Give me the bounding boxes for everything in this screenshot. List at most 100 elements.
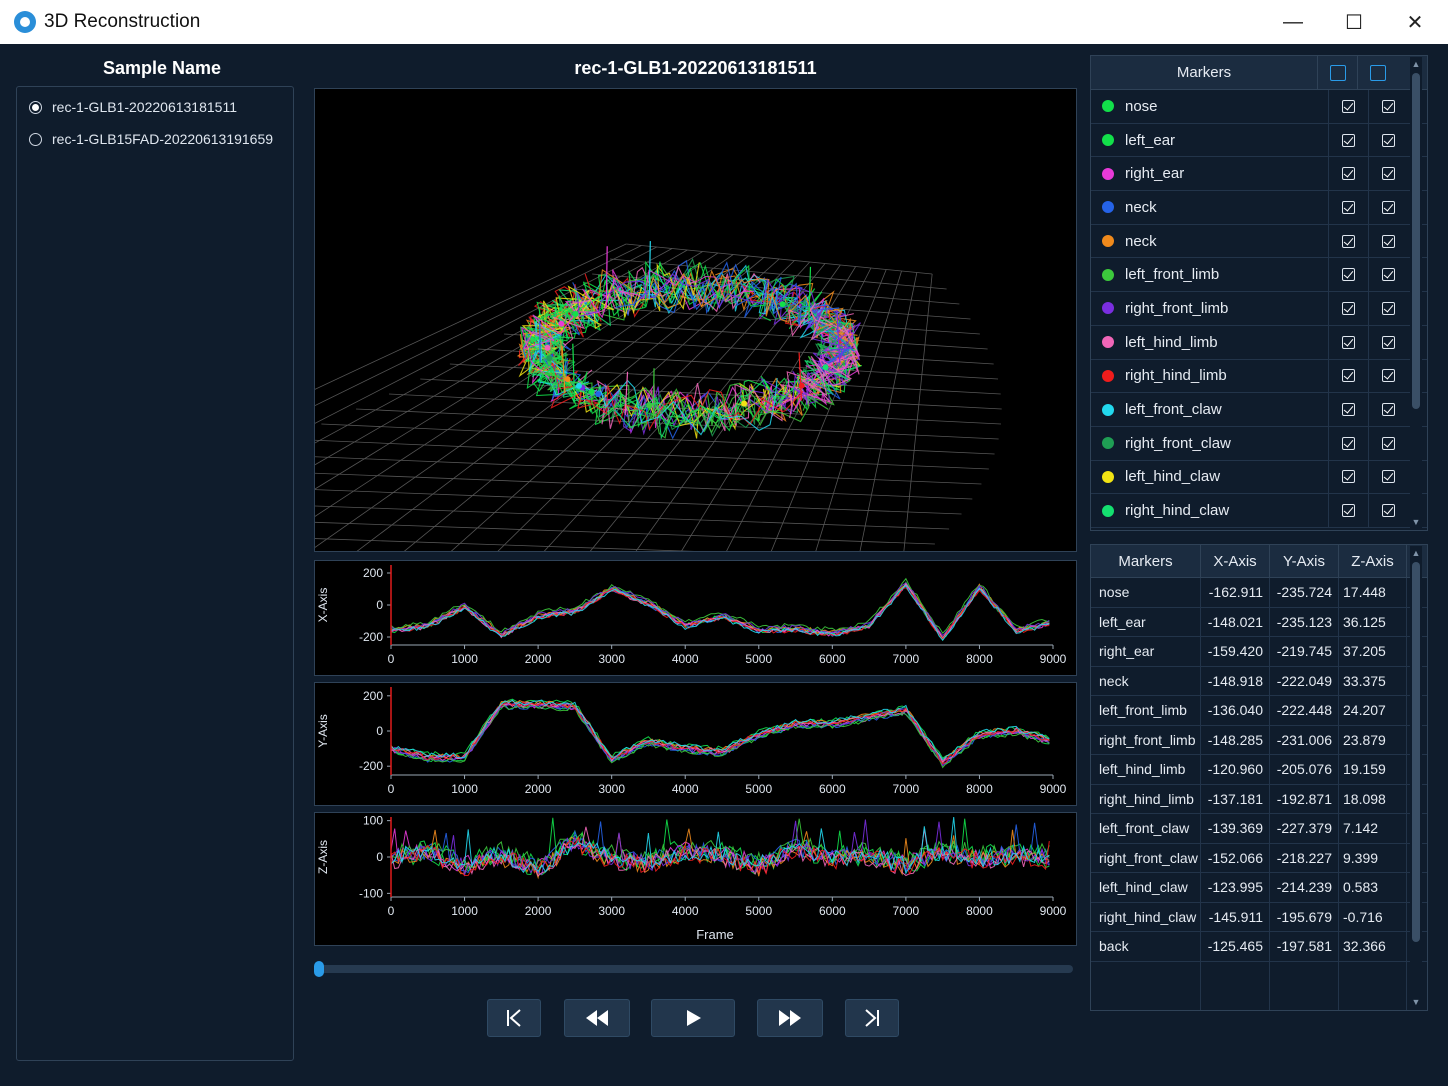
marker-visible-cell <box>1328 191 1368 224</box>
marker-row: neck <box>1091 224 1427 259</box>
fast-forward-button[interactable] <box>757 999 823 1037</box>
marker-plot-checkbox[interactable] <box>1382 403 1395 417</box>
x-cell: -152.066 <box>1201 843 1270 872</box>
settings-toggle[interactable] <box>1357 56 1397 90</box>
marker-plot-checkbox[interactable] <box>1382 167 1395 181</box>
y-tick-label: -100 <box>359 886 383 900</box>
marker-visible-checkbox[interactable] <box>1342 301 1355 315</box>
marker-color-dot <box>1102 100 1114 113</box>
y-tick-label: 200 <box>363 689 383 703</box>
marker-plot-checkbox[interactable] <box>1382 234 1395 248</box>
series-line <box>390 700 1050 765</box>
marker-visible-checkbox[interactable] <box>1342 200 1355 214</box>
marker-cell: right_front_limb <box>1091 725 1201 754</box>
rewind-button[interactable] <box>564 999 630 1037</box>
marker-visible-checkbox[interactable] <box>1342 504 1355 518</box>
radio-button[interactable] <box>29 100 42 114</box>
y-axis-label: Y-Axis <box>316 714 330 748</box>
x-tick-label: 4000 <box>672 904 699 918</box>
scroll-up-arrow[interactable]: ▲ <box>1410 59 1422 69</box>
col-z: Z-Axis <box>1339 545 1407 577</box>
marker-plot-checkbox[interactable] <box>1382 335 1395 349</box>
markers-scroll-thumb[interactable] <box>1412 73 1420 409</box>
marker-visible-checkbox[interactable] <box>1342 133 1355 147</box>
marker-plot-checkbox[interactable] <box>1382 99 1395 113</box>
marker-row: neck <box>1091 191 1427 225</box>
marker-visible-cell <box>1328 393 1368 426</box>
sample-item[interactable]: rec-1-GLB15FAD-20220613191659 <box>17 123 293 155</box>
marker-visible-cell <box>1328 157 1368 191</box>
x-tick-label: 0 <box>388 782 395 796</box>
marker-row: left_hind_claw <box>1091 460 1427 495</box>
marker-plot-checkbox[interactable] <box>1382 268 1395 282</box>
marker-visible-checkbox[interactable] <box>1342 335 1355 349</box>
coords-scroll-down-arrow[interactable]: ▼ <box>1410 997 1422 1007</box>
x-axis-label: Frame <box>696 927 734 942</box>
3d-scene[interactable] <box>0 89 1076 575</box>
window-title: 3D Reconstruction <box>44 11 201 32</box>
table-row: left_ear -148.021 -235.123 36.125 <box>1091 607 1427 637</box>
close-button[interactable]: ✕ <box>1384 0 1446 44</box>
sample-item[interactable]: rec-1-GLB1-20220613181511 <box>17 91 293 123</box>
skip-to-start-button[interactable] <box>487 999 541 1037</box>
marker-color-dot <box>1102 134 1114 147</box>
marker-plot-checkbox[interactable] <box>1382 436 1395 450</box>
play-button[interactable] <box>651 999 735 1037</box>
marker-visible-checkbox[interactable] <box>1342 234 1355 248</box>
x-cell: -148.021 <box>1201 607 1270 636</box>
marker-color-dot <box>1102 336 1114 349</box>
coords-scrollbar[interactable]: ▲ ▼ <box>1410 546 1422 1009</box>
marker-visible-checkbox[interactable] <box>1342 369 1355 383</box>
y-cell: -197.581 <box>1270 932 1339 961</box>
marker-visible-checkbox[interactable] <box>1342 268 1355 282</box>
marker-visible-checkbox[interactable] <box>1342 99 1355 113</box>
markers-scrollbar[interactable]: ▲ ▼ <box>1410 57 1422 529</box>
coordinates-table: Markers X-Axis Y-Axis Z-Axis nose -162.91… <box>1090 544 1428 1011</box>
skip-end-icon <box>865 1009 879 1027</box>
x-tick-label: 8000 <box>966 652 993 666</box>
col-markers: Markers <box>1091 545 1201 577</box>
table-row: left_hind_claw -123.995 -214.239 0.583 <box>1091 873 1427 903</box>
skip-to-end-button[interactable] <box>845 999 899 1037</box>
marker-cell: left_ear <box>1091 607 1201 636</box>
marker-plot-cell <box>1368 191 1408 224</box>
marker-plot-checkbox[interactable] <box>1382 470 1395 484</box>
marker-row: right_front_limb <box>1091 292 1427 326</box>
x-tick-label: 3000 <box>598 904 625 918</box>
scroll-down-arrow[interactable]: ▼ <box>1410 517 1422 527</box>
coords-scroll-up-arrow[interactable]: ▲ <box>1410 548 1422 558</box>
y-tick-label: 0 <box>376 724 383 738</box>
y-cell: -192.871 <box>1270 784 1339 813</box>
marker-plot-checkbox[interactable] <box>1382 504 1395 518</box>
x-tick-label: 4000 <box>672 652 699 666</box>
marker-plot-checkbox[interactable] <box>1382 133 1395 147</box>
maximize-button[interactable]: ☐ <box>1323 0 1385 44</box>
marker-plot-checkbox[interactable] <box>1382 301 1395 315</box>
x-tick-label: 5000 <box>745 652 772 666</box>
timeline-handle[interactable] <box>314 961 324 977</box>
z-cell: 17.448 <box>1339 578 1407 607</box>
radio-button[interactable] <box>29 132 42 146</box>
x-tick-label: 1000 <box>451 652 478 666</box>
marker-plot-cell <box>1368 123 1408 157</box>
col-x: X-Axis <box>1201 545 1270 577</box>
x-tick-label: 6000 <box>819 652 846 666</box>
marker-visible-checkbox[interactable] <box>1342 167 1355 181</box>
coordinates-header: Markers X-Axis Y-Axis Z-Axis <box>1091 545 1427 578</box>
marker-visible-checkbox[interactable] <box>1342 436 1355 450</box>
coords-scroll-thumb[interactable] <box>1412 562 1420 942</box>
timeline-slider[interactable] <box>314 961 1073 977</box>
marker-name: left_front_limb <box>1125 266 1220 284</box>
marker-name: left_hind_claw <box>1125 468 1221 486</box>
marker-row: left_front_claw <box>1091 393 1427 427</box>
3d-viewer[interactable] <box>0 88 1077 575</box>
marker-visible-checkbox[interactable] <box>1342 403 1355 417</box>
marker-plot-checkbox[interactable] <box>1382 369 1395 383</box>
marker-plot-checkbox[interactable] <box>1382 200 1395 214</box>
list-toggle[interactable] <box>1317 56 1357 90</box>
marker-visible-checkbox[interactable] <box>1342 470 1355 484</box>
y-cell: -214.239 <box>1270 873 1339 902</box>
x-cell: -145.911 <box>1201 902 1270 931</box>
x-cell: -139.369 <box>1201 814 1270 843</box>
minimize-button[interactable]: — <box>1262 0 1324 44</box>
